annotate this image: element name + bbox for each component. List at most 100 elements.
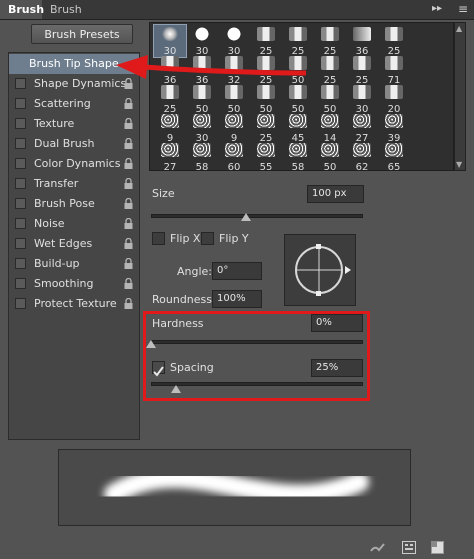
dual-brush-checkbox[interactable] [15, 138, 26, 149]
list-item-wet-edges[interactable]: Wet Edges [9, 234, 139, 254]
brush-tip-cell[interactable]: 30 [186, 112, 218, 144]
crosshair-circle-icon[interactable] [285, 235, 355, 305]
wet-edges-checkbox[interactable] [15, 238, 26, 249]
list-item-label: Smoothing [34, 277, 94, 290]
brush-tip-cell[interactable]: 25 [378, 25, 410, 57]
lock-icon[interactable] [124, 298, 133, 310]
protect-texture-checkbox[interactable] [15, 298, 26, 309]
double-chevron-right-icon[interactable]: ▸▸ [432, 3, 442, 14]
scatter-brush-icon [257, 114, 275, 128]
brush-size-label: 62 [355, 162, 369, 171]
grid-scrollbar[interactable] [454, 22, 466, 171]
brush-tip-cell[interactable]: 20 [378, 83, 410, 115]
brush-tip-cell[interactable]: 9 [218, 112, 250, 144]
brush-tip-grid: 30 30 30 25 25 25 36 25 36 36 32 25 50 25 25 71 25 50 50 50… [149, 22, 454, 171]
brush-tip-cell[interactable]: 27 [346, 112, 378, 144]
lock-icon[interactable] [124, 178, 133, 190]
brush-tip-cell[interactable]: 39 [378, 112, 410, 144]
brush-pose-checkbox[interactable] [15, 198, 26, 209]
list-item-label: Texture [34, 117, 75, 130]
brush-tip-cell[interactable]: 50 [282, 83, 314, 115]
panel-menu-icon[interactable]: ≡ [458, 2, 468, 16]
new-preset-icon[interactable] [431, 539, 444, 558]
brush-tip-cell[interactable]: 50 [186, 83, 218, 115]
brush-tip-cell[interactable]: 65 [378, 141, 410, 171]
brush-check-icon[interactable] [370, 540, 386, 559]
brush-tip-cell[interactable]: 27 [154, 141, 186, 171]
size-slider-thumb[interactable] [241, 213, 252, 221]
brush-size-label: 58 [291, 162, 305, 171]
list-item-texture[interactable]: Texture [9, 114, 139, 134]
lock-icon[interactable] [124, 278, 133, 290]
flip-x-checkbox[interactable] [152, 232, 165, 245]
scatter-brush-icon [289, 143, 307, 157]
list-item-scattering[interactable]: Scattering [9, 94, 139, 114]
brush-tip-cell[interactable]: 45 [282, 112, 314, 144]
list-item-build-up[interactable]: Build-up [9, 254, 139, 274]
roundness-field[interactable]: 100% [212, 290, 262, 308]
scatter-brush-icon [161, 143, 179, 157]
lock-icon[interactable] [124, 238, 133, 250]
scroll-down-icon[interactable]: ▼ [456, 160, 462, 169]
list-item-protect-texture[interactable]: Protect Texture [9, 294, 139, 314]
smoothing-checkbox[interactable] [15, 278, 26, 289]
brush-tip-cell[interactable]: 14 [314, 112, 346, 144]
angle-field[interactable]: 0° [212, 262, 262, 280]
list-item-brush-pose[interactable]: Brush Pose [9, 194, 139, 214]
brush-tip-cell[interactable]: 71 [378, 54, 410, 86]
flip-y-checkbox[interactable] [201, 232, 214, 245]
noise-checkbox[interactable] [15, 218, 26, 229]
list-item-smoothing[interactable]: Smoothing [9, 274, 139, 294]
scattering-checkbox[interactable] [15, 98, 26, 109]
scroll-up-icon[interactable]: ▲ [456, 24, 462, 33]
texture-checkbox[interactable] [15, 118, 26, 129]
brush-tip-cell[interactable]: 50 [218, 83, 250, 115]
brush-tip-cell[interactable]: 36 [346, 25, 378, 57]
brush-tip-cell[interactable]: 25 [314, 54, 346, 86]
list-item-dual-brush[interactable]: Dual Brush [9, 134, 139, 154]
lock-icon[interactable] [124, 198, 133, 210]
brush-presets-button[interactable]: Brush Presets [31, 24, 133, 44]
brush-tip-cell[interactable]: 25 [250, 112, 282, 144]
brush-tip-cell[interactable]: 30 [346, 83, 378, 115]
lock-icon[interactable] [124, 258, 133, 270]
brush-tip-cell[interactable]: 50 [314, 141, 346, 170]
brush-tip-cell[interactable]: 50 [250, 83, 282, 115]
hard-round-brush-icon [225, 27, 243, 41]
lock-icon[interactable] [124, 218, 133, 230]
transfer-checkbox[interactable] [15, 178, 26, 189]
list-item-color-dynamics[interactable]: Color Dynamics [9, 154, 139, 174]
build-up-checkbox[interactable] [15, 258, 26, 269]
lock-icon[interactable] [124, 158, 133, 170]
hard-round-brush-icon [193, 27, 211, 41]
tab-brush-presets[interactable]: Brush Presets [42, 0, 114, 35]
list-item-noise[interactable]: Noise [9, 214, 139, 234]
brush-size-label: 65 [387, 162, 401, 171]
brush-tip-cell[interactable]: 58 [282, 141, 314, 171]
brush-tip-cell[interactable]: 55 [250, 141, 282, 170]
brush-tip-cell[interactable]: 62 [346, 141, 378, 171]
lock-icon[interactable] [124, 98, 133, 110]
brush-tip-cell[interactable]: 25 [154, 83, 186, 115]
brush-size-label: 27 [163, 162, 177, 171]
lock-icon[interactable] [124, 118, 133, 130]
brush-tip-cell[interactable]: 60 [218, 141, 250, 170]
brush-tip-cell[interactable]: 9 [154, 112, 186, 144]
size-slider[interactable] [151, 214, 363, 218]
brush-tip-cell[interactable]: 58 [186, 141, 218, 170]
panel-grid-icon[interactable] [402, 539, 416, 558]
shape-dynamics-checkbox[interactable] [15, 78, 26, 89]
list-item-label: Color Dynamics [34, 157, 121, 170]
color-dynamics-checkbox[interactable] [15, 158, 26, 169]
lock-icon[interactable] [124, 138, 133, 150]
brush-tip-cell[interactable]: 25 [314, 25, 346, 57]
roundness-label: Roundness: [152, 293, 216, 306]
tab-brush[interactable]: Brush [0, 0, 44, 19]
size-field[interactable]: 100 px [307, 185, 364, 203]
brush-tip-cell[interactable]: 50 [314, 83, 346, 115]
angle-roundness-widget[interactable] [284, 234, 356, 306]
chalk-brush-icon [289, 27, 307, 41]
soft-round-brush-icon [161, 27, 179, 41]
list-item-transfer[interactable]: Transfer [9, 174, 139, 194]
brush-tip-cell[interactable]: 25 [346, 54, 378, 86]
